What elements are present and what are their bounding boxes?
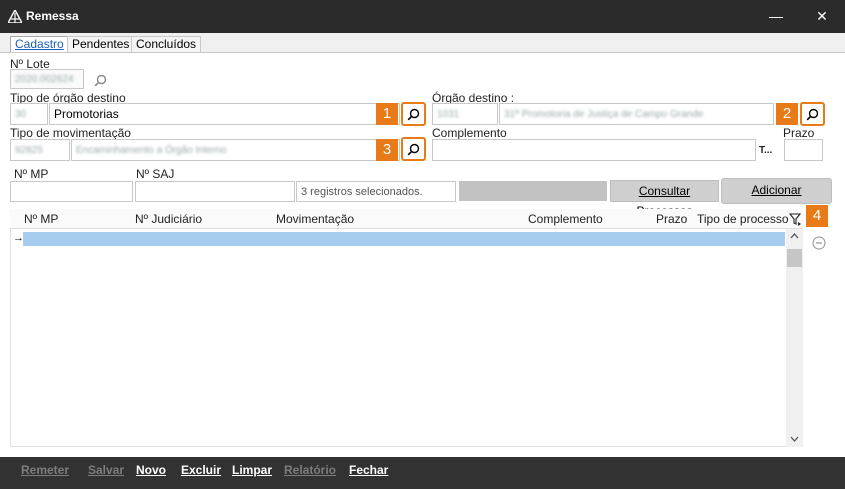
footer-toolbar	[0, 457, 845, 489]
search-icon	[806, 108, 819, 120]
nmp-field[interactable]	[10, 181, 133, 202]
close-icon: ✕	[816, 8, 828, 24]
minimize-button[interactable]: —	[753, 0, 799, 33]
column-header-njudiciario[interactable]: Nº Judiciário	[135, 212, 202, 226]
salvar-button[interactable]: Salvar	[88, 463, 124, 477]
app-logo-icon	[8, 10, 22, 23]
tab-cadastro[interactable]: Cadastro	[10, 36, 69, 53]
orgao-value-field[interactable]: 31ª Promotoria de Justiça de Campo Grand…	[499, 103, 774, 125]
badge-2: 2	[776, 103, 798, 125]
nsaj-field[interactable]	[135, 181, 295, 202]
tipo-orgao-search-button[interactable]	[401, 102, 426, 126]
prazo-label: Prazo	[783, 126, 815, 140]
tipo-mov-search-button[interactable]	[401, 137, 426, 161]
complemento-label: Complemento	[432, 126, 507, 140]
search-icon	[407, 143, 420, 155]
column-header-movimentacao[interactable]: Movimentação	[276, 212, 354, 226]
tab-concluidos[interactable]: Concluídos	[131, 36, 202, 52]
excluir-button[interactable]: Excluir	[181, 463, 221, 477]
window-title: Remessa	[26, 9, 79, 23]
consultar-processos-button[interactable]: Consultar Processos	[610, 180, 719, 218]
novo-button[interactable]: Novo	[136, 463, 166, 477]
complemento-field[interactable]	[432, 139, 756, 161]
tab-divider	[0, 52, 845, 53]
orgao-search-button[interactable]	[800, 102, 825, 126]
column-header-nmp[interactable]: Nº MP	[24, 212, 58, 226]
grid-body[interactable]	[10, 229, 803, 447]
tipo-mov-label: Tipo de movimentação	[10, 126, 131, 140]
column-header-prazo[interactable]: Prazo	[656, 212, 687, 226]
tipo-mov-code-field[interactable]: 92825	[10, 139, 70, 161]
orgao-code-field[interactable]: 1031	[432, 103, 498, 125]
column-header-tipo-processo[interactable]: Tipo de processo	[697, 212, 789, 226]
nsaj-label: Nº SAJ	[136, 167, 175, 181]
scroll-down-icon[interactable]	[790, 436, 799, 442]
grid-vertical-scrollbar[interactable]	[786, 229, 803, 447]
tab-pendentes[interactable]: Pendentes	[67, 36, 135, 52]
badge-4: 4	[806, 205, 828, 227]
lote-search-button[interactable]	[89, 69, 111, 91]
badge-1: 1	[376, 103, 398, 125]
adicionar-button[interactable]: Adicionar	[721, 178, 832, 204]
search-icon	[94, 74, 106, 86]
scroll-up-icon[interactable]	[790, 233, 799, 239]
tipo-orgao-code-field[interactable]: 30	[10, 103, 48, 125]
close-button[interactable]: ✕	[799, 0, 845, 33]
fechar-button[interactable]: Fechar	[349, 463, 388, 477]
badge-3: 3	[376, 139, 398, 161]
minimize-icon: —	[769, 8, 783, 24]
table-row[interactable]	[23, 232, 785, 246]
registros-selecionados-text: 3 registros selecionados.	[296, 181, 456, 202]
filter-icon[interactable]	[789, 213, 802, 226]
prazo-field[interactable]	[784, 139, 823, 161]
scrollbar-thumb[interactable]	[787, 249, 802, 267]
lote-field: 2020.002624	[10, 69, 84, 89]
column-header-complemento[interactable]: Complemento	[528, 212, 603, 226]
title-bar: Remessa — ✕	[0, 0, 845, 33]
limpar-button[interactable]: Limpar	[232, 463, 272, 477]
remove-row-icon[interactable]	[812, 236, 826, 250]
t-truncated-label: T...	[759, 145, 773, 156]
progress-bar	[459, 181, 607, 201]
tipo-mov-value-field[interactable]: Encaminhamento a Órgão Interno	[71, 139, 400, 161]
nmp-label: Nº MP	[14, 167, 49, 181]
tipo-orgao-value-field[interactable]: Promotorias	[49, 103, 400, 125]
remeter-button[interactable]: Remeter	[21, 463, 69, 477]
search-icon	[407, 108, 420, 120]
relatorio-button[interactable]: Relatório	[284, 463, 336, 477]
